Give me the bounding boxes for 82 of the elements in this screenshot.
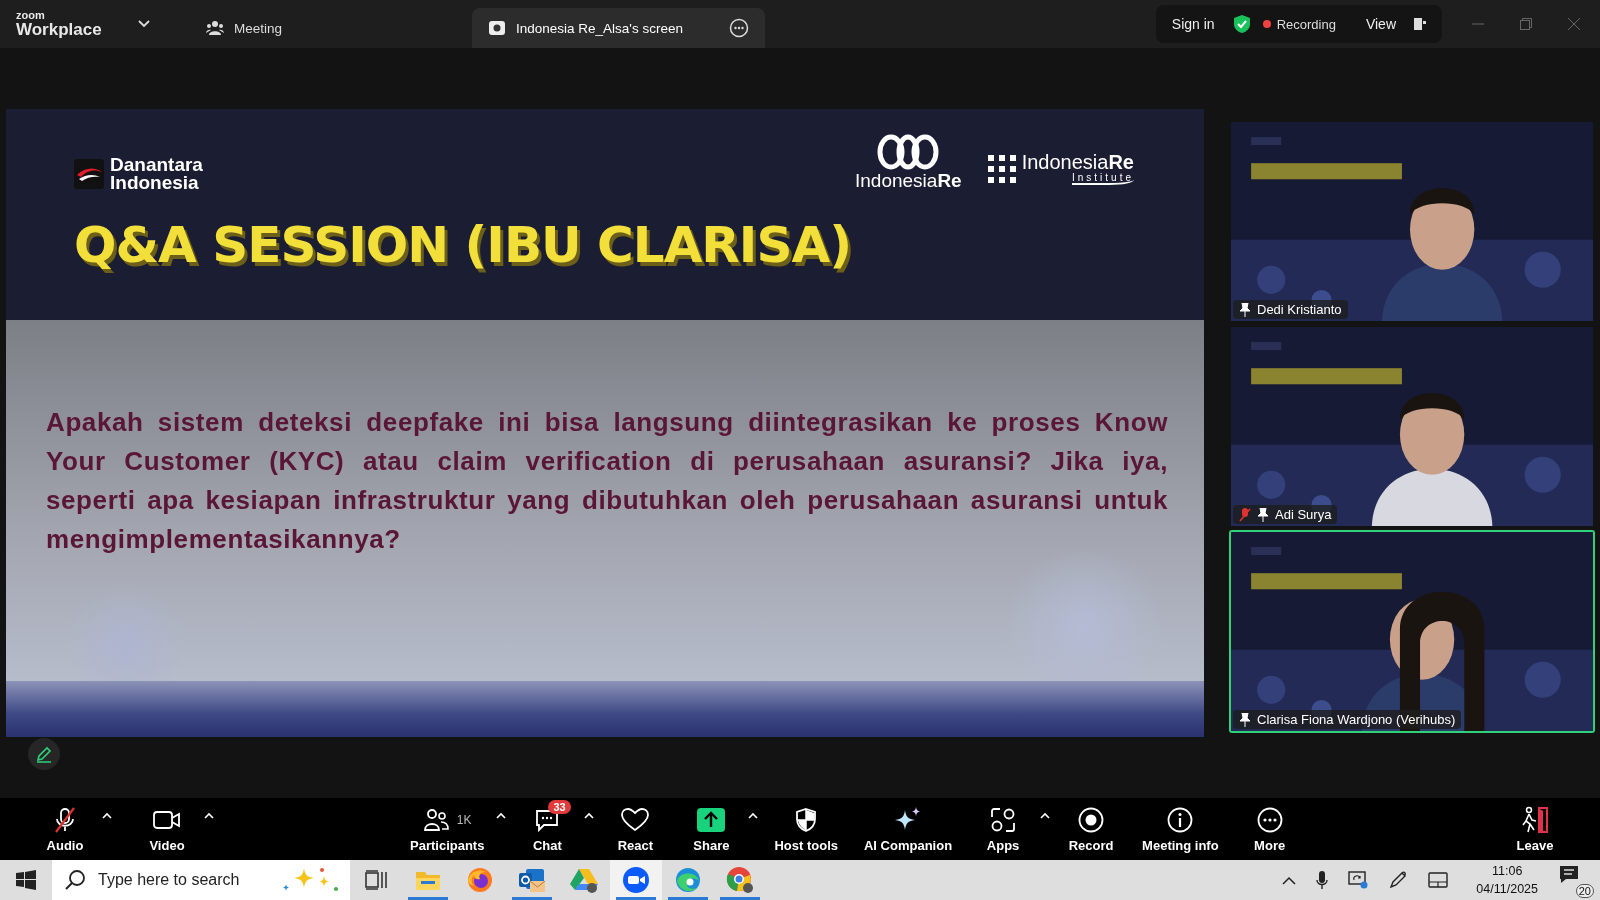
search-bar[interactable]: Type here to search: [52, 860, 350, 900]
screen-share-icon: [488, 20, 506, 36]
participant-name-label: Adi Surya: [1233, 505, 1338, 524]
slide-title: Q&A SESSION (IBU CLARISA): [74, 216, 852, 274]
toolbar-button[interactable]: 1K Participants: [400, 801, 495, 857]
search-icon: [64, 869, 86, 891]
logo-text: Danantara Indonesia: [110, 156, 203, 193]
toolbar-button[interactable]: Apps: [968, 801, 1039, 857]
question-text: Apakah sistem deteksi deepfake ini bisa langsung diintegrasikan ke proses Know Your Customer (KYC) atau claim verification di perusahaan asuransi? Jika iya, seperti apa kesiapan infrastruktur yang dibutuhkan oleh perusahaan asuransi untuk mengimplementasikannya?: [46, 405, 1168, 556]
wave-browser-icon: [675, 867, 701, 893]
apps-icon: [990, 806, 1017, 833]
toolbar-button[interactable]: Audio: [30, 801, 100, 857]
restore-icon[interactable]: [1520, 18, 1532, 30]
participant-name-label: Dedi Kristianto: [1233, 300, 1348, 319]
video-app-icon: [622, 866, 650, 894]
mail-app-icon: [518, 867, 546, 893]
notification-count: 20: [1575, 884, 1594, 898]
heart-icon: [621, 807, 650, 832]
caret-up-icon[interactable]: [496, 811, 507, 819]
taskbar-app[interactable]: [610, 860, 662, 900]
drive-triangle-icon: [570, 867, 598, 893]
pen-icon[interactable]: [1388, 870, 1409, 890]
toolbar-button[interactable]: More: [1234, 801, 1305, 857]
close-icon[interactable]: [1568, 18, 1580, 30]
pencil-icon: [35, 745, 53, 763]
toolbar-button[interactable]: React: [600, 801, 671, 857]
share-screen-icon: [697, 807, 726, 832]
participants-icon: [422, 807, 449, 832]
recording-indicator[interactable]: Recording: [1262, 16, 1336, 32]
info-icon: [1167, 806, 1194, 833]
view-button[interactable]: View: [1359, 12, 1402, 36]
unread-badge: 33: [548, 799, 571, 814]
search-input[interactable]: Type here to search: [96, 870, 270, 890]
participant-count: 1K: [456, 812, 472, 827]
notification-icon[interactable]: [1558, 864, 1580, 886]
toolbar-button[interactable]: Meeting info: [1132, 801, 1229, 857]
tab[interactable]: Meeting: [190, 8, 402, 48]
annotate-button[interactable]: [28, 738, 60, 770]
display-sync-icon[interactable]: [1348, 871, 1369, 889]
more-icon[interactable]: [728, 18, 749, 38]
shield-check-icon: [1232, 14, 1251, 34]
participant-name-label: Clarisa Fiona Wardjono (Verihubs): [1233, 710, 1462, 729]
layout-icon: [1414, 18, 1426, 30]
toolbar-button[interactable]: 33 Chat: [512, 801, 583, 857]
video-tile[interactable]: Clarisa Fiona Wardjono (Verihubs): [1229, 530, 1595, 733]
chevron-down-icon[interactable]: [138, 20, 150, 28]
chevron-up-icon[interactable]: [1282, 875, 1297, 885]
toolbar-button[interactable]: Record: [1056, 801, 1127, 857]
video-tile[interactable]: Adi Surya: [1229, 325, 1595, 528]
exit-door-icon: [1521, 805, 1549, 834]
danantara-logo-icon: [74, 159, 104, 190]
toolbar-button[interactable]: Video: [132, 801, 202, 857]
toolbar-button[interactable]: AI Companion: [854, 801, 963, 857]
toolbar-button[interactable]: Host tools: [764, 801, 848, 857]
record-icon: [1078, 806, 1105, 833]
leave-button[interactable]: Leave: [1500, 801, 1570, 857]
windows-start-icon[interactable]: [16, 870, 36, 890]
dot-grid-icon: [987, 154, 1016, 183]
toolbar-button[interactable]: Share: [676, 801, 747, 857]
caret-up-icon[interactable]: [584, 811, 595, 819]
microphone-icon[interactable]: [1316, 871, 1329, 889]
video-camera-icon: [153, 808, 181, 831]
caret-up-icon[interactable]: [1040, 811, 1051, 819]
browser-fox-icon: [467, 867, 493, 893]
logo-text: IndonesiaRe: [1021, 152, 1134, 172]
shield-icon: [795, 807, 818, 832]
video-tile[interactable]: Dedi Kristianto: [1229, 120, 1595, 323]
more-icon: [1256, 806, 1283, 833]
task-view-icon: [365, 870, 387, 890]
folder-icon: [415, 869, 441, 891]
clock[interactable]: 11:06 04/11/2025: [1476, 862, 1538, 898]
round-browser-icon: [726, 866, 754, 894]
caret-up-icon[interactable]: [748, 811, 759, 819]
logo-subtitle: Institute: [1071, 172, 1134, 185]
caret-up-icon[interactable]: [204, 811, 214, 819]
logo-text: IndonesiaRe: [854, 170, 962, 192]
zoom-workplace-logo: zoom Workplace: [16, 10, 103, 38]
touchpad-icon[interactable]: [1428, 872, 1449, 888]
people-icon: [206, 20, 224, 36]
tab[interactable]: Indonesia Re_Alsa's screen: [472, 8, 765, 48]
sign-in-button[interactable]: Sign in: [1165, 12, 1221, 36]
caret-up-icon[interactable]: [102, 811, 112, 819]
